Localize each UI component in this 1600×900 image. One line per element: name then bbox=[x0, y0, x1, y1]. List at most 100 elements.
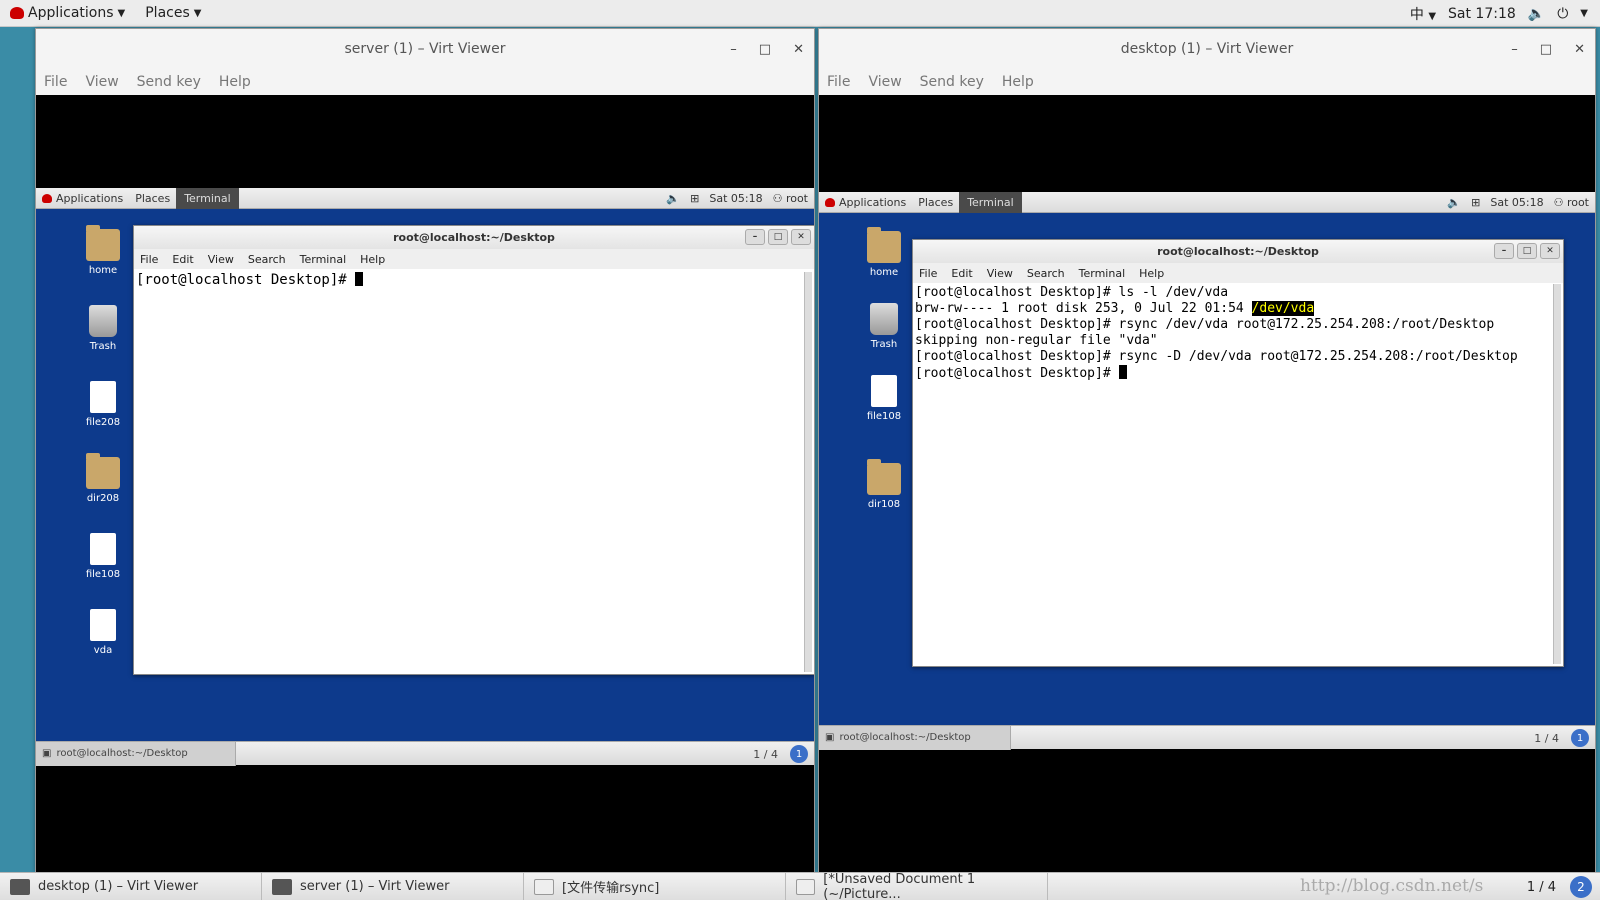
maximize-icon[interactable]: □ bbox=[768, 229, 788, 245]
terminal-titlebar[interactable]: root@localhost:~/Desktop – □ ✕ bbox=[134, 226, 814, 249]
minimize-icon[interactable]: – bbox=[745, 229, 765, 245]
menu-file[interactable]: File bbox=[919, 267, 937, 280]
menu-help[interactable]: Help bbox=[1002, 74, 1034, 90]
volume-icon[interactable]: 🔈 bbox=[1447, 196, 1461, 209]
minimize-icon[interactable]: – bbox=[1511, 42, 1518, 57]
menu-search[interactable]: Search bbox=[1027, 267, 1065, 280]
terminal-scrollbar[interactable] bbox=[804, 272, 812, 672]
notification-badge[interactable]: 1 bbox=[790, 745, 808, 763]
guest-clock[interactable]: Sat 05:18 bbox=[709, 192, 762, 205]
desktop-icon-vda[interactable]: vda bbox=[73, 609, 133, 656]
window-titlebar[interactable]: server (1) – Virt Viewer – □ ✕ bbox=[36, 29, 814, 69]
desktop-icon-home[interactable]: home bbox=[73, 225, 133, 276]
chevron-down-icon: ▼ bbox=[1428, 10, 1437, 22]
menu-view[interactable]: View bbox=[987, 267, 1013, 280]
guest-user-menu[interactable]: ⚇ root bbox=[773, 192, 808, 205]
close-icon[interactable]: ✕ bbox=[1574, 42, 1585, 57]
guest-clock[interactable]: Sat 05:18 bbox=[1490, 196, 1543, 209]
menu-edit[interactable]: Edit bbox=[951, 267, 972, 280]
places-menu[interactable]: Places ▼ bbox=[135, 0, 211, 27]
terminal-output[interactable]: [root@localhost Desktop]# ls -l /dev/vda… bbox=[913, 283, 1563, 384]
places-label: Places bbox=[145, 5, 190, 21]
network-icon[interactable]: ⊞ bbox=[690, 192, 699, 205]
desktop-icon-file108[interactable]: file108 bbox=[73, 533, 133, 580]
close-icon[interactable]: ✕ bbox=[1540, 243, 1560, 259]
terminal-scrollbar[interactable] bbox=[1553, 284, 1561, 664]
volume-icon[interactable]: 🔈 bbox=[1528, 6, 1545, 22]
terminal-line: skipping non-regular file "vda" bbox=[915, 333, 1158, 348]
input-method-indicator[interactable]: 中 ▼ bbox=[1410, 4, 1436, 24]
menu-view[interactable]: View bbox=[85, 74, 118, 90]
terminal-line: brw-rw---- 1 root disk 253, 0 Jul 22 01:… bbox=[915, 301, 1315, 316]
redhat-logo-icon bbox=[10, 7, 24, 19]
server-terminal-window[interactable]: root@localhost:~/Desktop – □ ✕ File Edit… bbox=[133, 225, 814, 675]
volume-icon[interactable]: 🔈 bbox=[666, 192, 680, 205]
minimize-icon[interactable]: – bbox=[1494, 243, 1514, 259]
menu-file[interactable]: File bbox=[44, 74, 67, 90]
menu-send-key[interactable]: Send key bbox=[920, 74, 984, 90]
desktop-icon-home[interactable]: home bbox=[854, 227, 914, 278]
notification-badge[interactable]: 1 bbox=[1571, 729, 1589, 747]
home-folder-icon bbox=[867, 227, 901, 263]
vm-display[interactable]: Applications Places Terminal 🔈 ⊞ Sat 05:… bbox=[36, 95, 814, 872]
workspace-indicator[interactable]: 1 / 4 bbox=[1527, 880, 1556, 895]
server-virt-viewer-window: server (1) – Virt Viewer – □ ✕ File View… bbox=[35, 28, 815, 872]
vm-display[interactable]: Applications Places Terminal 🔈 ⊞ Sat 05:… bbox=[819, 95, 1595, 872]
minimize-icon[interactable]: – bbox=[730, 42, 737, 57]
desktop-icon-dir108[interactable]: dir108 bbox=[854, 459, 914, 510]
taskbar-item-rsync[interactable]: [文件传输rsync] bbox=[524, 872, 786, 900]
menu-view[interactable]: View bbox=[208, 253, 234, 266]
menu-file[interactable]: File bbox=[827, 74, 850, 90]
workspace-indicator[interactable]: 1 / 4 bbox=[753, 748, 778, 761]
desktop-icon-trash[interactable]: Trash bbox=[73, 305, 133, 352]
terminal-titlebar[interactable]: root@localhost:~/Desktop – □ ✕ bbox=[913, 240, 1563, 263]
taskbar-item-unsaved-document[interactable]: [*Unsaved Document 1 (~/Picture... bbox=[786, 872, 1048, 900]
chevron-down-icon[interactable]: ▼ bbox=[1580, 8, 1588, 19]
menu-help[interactable]: Help bbox=[360, 253, 385, 266]
guest-terminal-task[interactable]: Terminal bbox=[176, 187, 239, 209]
menu-edit[interactable]: Edit bbox=[172, 253, 193, 266]
guest-user-menu[interactable]: ⚇ root bbox=[1554, 196, 1589, 209]
menu-view[interactable]: View bbox=[868, 74, 901, 90]
desktop-icon-file108[interactable]: file108 bbox=[854, 375, 914, 422]
menu-terminal[interactable]: Terminal bbox=[300, 253, 347, 266]
desktop-terminal-window[interactable]: root@localhost:~/Desktop – □ ✕ File Edit… bbox=[912, 239, 1564, 667]
guest-places-menu[interactable]: Places bbox=[129, 188, 176, 209]
desktop-icon-dir208[interactable]: dir208 bbox=[73, 453, 133, 504]
menu-search[interactable]: Search bbox=[248, 253, 286, 266]
menu-terminal[interactable]: Terminal bbox=[1079, 267, 1126, 280]
terminal-output[interactable]: [root@localhost Desktop]# bbox=[134, 269, 814, 291]
network-icon[interactable]: ⊞ bbox=[1471, 196, 1480, 209]
desktop-icon-trash[interactable]: Trash bbox=[854, 303, 914, 350]
guest-applications-menu[interactable]: Applications bbox=[819, 192, 912, 213]
guest-desktop: home Trash file108 dir108 root@localhost… bbox=[819, 213, 1595, 733]
guest-taskbar-item[interactable]: ▣ root@localhost:~/Desktop bbox=[819, 725, 1011, 750]
window-titlebar[interactable]: desktop (1) – Virt Viewer – □ ✕ bbox=[819, 29, 1595, 69]
maximize-icon[interactable]: □ bbox=[1517, 243, 1537, 259]
terminal-line: [root@localhost Desktop]# rsync /dev/vda… bbox=[915, 317, 1495, 332]
taskbar-item-desktop-viewer[interactable]: desktop (1) – Virt Viewer bbox=[0, 872, 262, 900]
menu-file[interactable]: File bbox=[140, 253, 158, 266]
guest-applications-menu[interactable]: Applications bbox=[36, 188, 129, 209]
applications-menu[interactable]: Applications ▼ bbox=[0, 0, 135, 27]
desktop-icon-file208[interactable]: file208 bbox=[73, 381, 133, 428]
clock[interactable]: Sat 17:18 bbox=[1448, 6, 1516, 22]
maximize-icon[interactable]: □ bbox=[759, 42, 771, 57]
guest-terminal-task[interactable]: Terminal bbox=[959, 191, 1022, 213]
close-icon[interactable]: ✕ bbox=[791, 229, 811, 245]
notification-badge[interactable]: 2 bbox=[1570, 876, 1592, 898]
window-title: desktop (1) – Virt Viewer bbox=[1120, 41, 1294, 57]
guest-places-menu[interactable]: Places bbox=[912, 192, 959, 213]
guest-top-panel: Applications Places Terminal 🔈 ⊞ Sat 05:… bbox=[36, 187, 814, 209]
close-icon[interactable]: ✕ bbox=[793, 42, 804, 57]
guest-taskbar-item[interactable]: ▣ root@localhost:~/Desktop bbox=[36, 741, 236, 766]
power-icon[interactable]: ⏻ bbox=[1557, 6, 1568, 22]
maximize-icon[interactable]: □ bbox=[1540, 42, 1552, 57]
terminal-icon: ▣ bbox=[42, 748, 52, 759]
workspace-indicator[interactable]: 1 / 4 bbox=[1534, 732, 1559, 745]
menu-help[interactable]: Help bbox=[1139, 267, 1164, 280]
virt-viewer-icon bbox=[10, 878, 30, 895]
taskbar-item-server-viewer[interactable]: server (1) – Virt Viewer bbox=[262, 872, 524, 900]
menu-send-key[interactable]: Send key bbox=[137, 74, 201, 90]
menu-help[interactable]: Help bbox=[219, 74, 251, 90]
